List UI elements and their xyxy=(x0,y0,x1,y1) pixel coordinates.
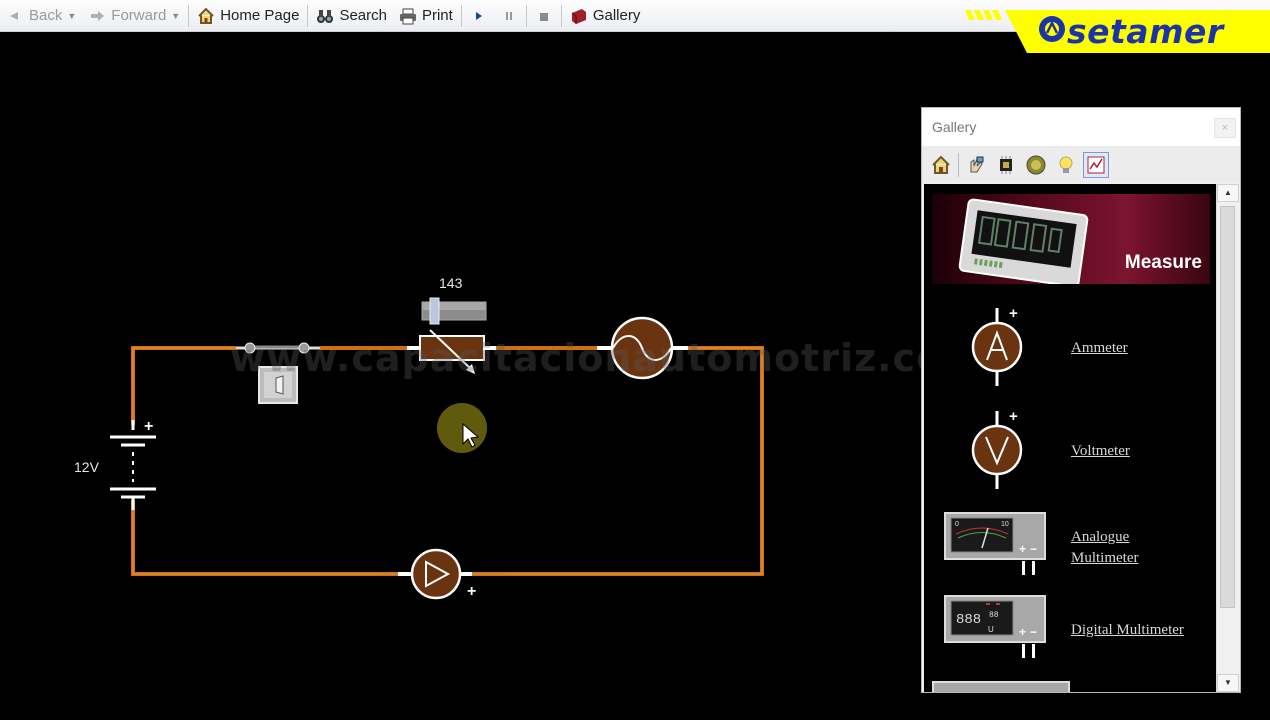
play-icon xyxy=(475,11,482,20)
measure-banner-label: Measure xyxy=(1124,252,1202,273)
gallery-item-partial[interactable] xyxy=(932,681,1070,692)
chevron-down-icon[interactable]: ▼ xyxy=(67,11,76,21)
digital-multimeter-icon: 888 88 U + − xyxy=(944,595,1046,658)
gallery-item-label[interactable]: Digital Multimeter xyxy=(1071,620,1184,641)
resistance-slider[interactable] xyxy=(421,297,487,325)
forward-arrow-icon xyxy=(91,10,105,21)
circuit-wires xyxy=(131,346,764,576)
circuit-canvas[interactable]: + + 143 12V www.capacitacionautomotriz.c… xyxy=(0,33,983,720)
resistor-value-label: 143 xyxy=(439,275,463,291)
gallery-list: Measure + Ammeter + Voltmeter 0 10 + − A… xyxy=(924,184,1216,692)
voltmeter-icon-plus: + xyxy=(1009,408,1018,425)
ammeter-plus: + xyxy=(467,583,476,600)
gallery-tool-components[interactable] xyxy=(963,152,989,178)
gallery-title: Gallery xyxy=(932,119,977,135)
analogue-scale-min: 0 xyxy=(955,521,959,528)
gallery-title-bar: Gallery × xyxy=(922,108,1240,146)
home-icon xyxy=(198,7,214,24)
close-icon: × xyxy=(1221,122,1229,134)
gallery-item-label[interactable]: Ammeter xyxy=(1071,338,1128,359)
gallery-item-label[interactable]: Analogue Multimeter xyxy=(1071,527,1171,569)
binoculars-icon xyxy=(317,9,334,23)
gallery-panel: Gallery × Measure + Ammeter + Voltmeter … xyxy=(921,107,1241,693)
home-page-label: Home Page xyxy=(220,7,300,24)
gallery-item-analogue-multimeter[interactable]: 0 10 + − Analogue Multimeter xyxy=(924,510,1216,590)
digital-display-digits: 888 xyxy=(956,612,981,628)
chevron-down-icon[interactable]: ▼ xyxy=(171,11,180,21)
pause-icon xyxy=(505,11,512,20)
gallery-scrollbar[interactable]: ▲ ▼ xyxy=(1216,184,1239,692)
home-page-button[interactable]: Home Page xyxy=(191,3,305,29)
forward-button[interactable]: Forward ▼ xyxy=(82,3,186,29)
battery-plus: + xyxy=(144,418,153,435)
print-label: Print xyxy=(421,7,453,24)
analogue-multimeter-icon: 0 10 + − xyxy=(944,512,1046,575)
toolbar-divider xyxy=(525,4,527,27)
scrollbar-thumb[interactable] xyxy=(1220,206,1235,608)
gallery-label: Gallery xyxy=(592,7,641,24)
back-button[interactable]: Back ▼ xyxy=(0,3,82,29)
toolbar-divider xyxy=(307,4,309,27)
gallery-toolbar xyxy=(922,146,1240,183)
back-arrow-icon xyxy=(10,11,18,20)
gallery-book-icon xyxy=(571,8,586,24)
home-icon xyxy=(932,155,950,174)
battery-voltage-label: 12V xyxy=(74,459,99,475)
play-button[interactable] xyxy=(464,3,494,29)
search-label: Search xyxy=(339,7,387,24)
hand-tool-icon xyxy=(970,156,984,172)
gallery-tool-lamp[interactable] xyxy=(1053,152,1079,178)
battery[interactable]: + xyxy=(110,418,156,510)
analogue-scale-max: 10 xyxy=(1001,521,1009,528)
scroll-down-icon[interactable]: ▼ xyxy=(1217,674,1239,692)
app-window: Back ▼ Forward ▼ Home Page Search Print xyxy=(0,0,1270,720)
digital-mode: U xyxy=(988,625,994,634)
light-bulb-icon xyxy=(1059,156,1073,173)
gallery-tool-chip[interactable] xyxy=(993,152,1019,178)
gallery-tool-sensor[interactable] xyxy=(1023,152,1049,178)
toolbar-divider xyxy=(958,152,959,177)
mouse-cursor-highlight xyxy=(437,403,487,453)
voltmeter-icon: + xyxy=(971,408,1023,489)
stop-icon xyxy=(539,12,548,21)
setamer-logo: setamer xyxy=(965,6,1270,53)
forward-label: Forward xyxy=(111,7,167,24)
print-button[interactable]: Print xyxy=(393,3,459,29)
analogue-plus: + xyxy=(1019,542,1026,556)
gallery-item-voltmeter[interactable]: + Voltmeter xyxy=(924,405,1216,495)
ammeter-icon: + xyxy=(971,305,1023,386)
stop-button[interactable] xyxy=(529,3,559,29)
back-label: Back xyxy=(29,7,63,24)
measure-graph-icon xyxy=(1087,156,1105,173)
search-button[interactable]: Search xyxy=(310,3,393,29)
gallery-tool-measure[interactable] xyxy=(1083,151,1109,178)
brand-name: setamer xyxy=(1067,12,1224,51)
digital-plus: + xyxy=(1019,625,1026,639)
digital-minus: − xyxy=(1030,625,1037,639)
watermark-text: www.capacitacionautomotriz.com xyxy=(230,336,984,380)
toolbar-divider xyxy=(560,4,562,27)
chip-icon xyxy=(1000,155,1012,174)
gallery-item-label[interactable]: Voltmeter xyxy=(1071,441,1130,462)
gallery-item-digital-multimeter[interactable]: 888 88 U + − Digital Multimeter xyxy=(924,595,1216,675)
close-button[interactable]: × xyxy=(1214,118,1236,138)
scroll-up-icon[interactable]: ▲ xyxy=(1217,184,1239,202)
pause-button[interactable] xyxy=(494,3,524,29)
gallery-home-button[interactable] xyxy=(928,152,954,178)
ammeter-icon-plus: + xyxy=(1009,305,1018,322)
gallery-item-ammeter[interactable]: + Ammeter xyxy=(924,302,1216,392)
gallery-button[interactable]: Gallery xyxy=(564,3,647,29)
analogue-minus: − xyxy=(1030,542,1037,556)
digital-display-small: 88 xyxy=(989,611,999,620)
toolbar-divider xyxy=(460,4,462,27)
measure-banner: Measure xyxy=(932,194,1210,284)
printer-icon xyxy=(399,8,416,24)
sensor-icon xyxy=(1026,155,1046,174)
toolbar-divider xyxy=(188,4,190,27)
circuit-ammeter[interactable]: + xyxy=(398,548,476,600)
